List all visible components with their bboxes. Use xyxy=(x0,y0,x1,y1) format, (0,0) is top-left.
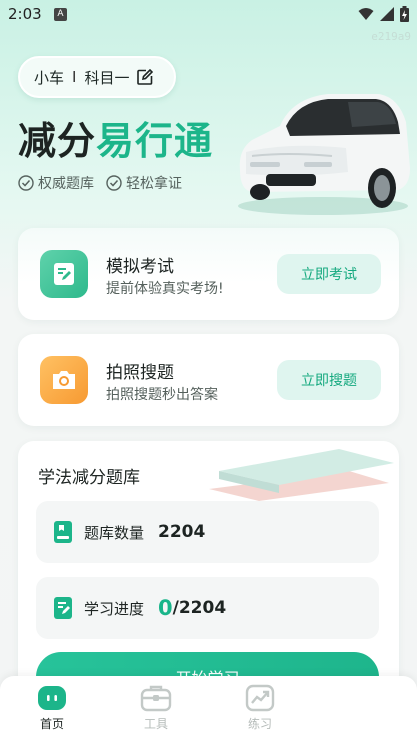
car-illustration xyxy=(238,94,410,215)
progress-total-count: /2204 xyxy=(172,598,227,618)
bottom-navigation: 首页 工具 练习 xyxy=(0,676,417,743)
study-progress-row: 学习进度 0/2204 xyxy=(36,577,379,639)
photo-search-card[interactable]: 拍照搜题 拍照搜题秒出答案 立即搜题 xyxy=(18,334,399,426)
check-circle-icon xyxy=(18,175,34,191)
edit-icon xyxy=(137,69,154,85)
signal-icon xyxy=(380,7,394,21)
chart-icon xyxy=(245,684,275,712)
question-bank-card: 学法减分题库 题库数量 2204 学习进度 0/2204 开始学习 xyxy=(18,441,399,691)
watermark: e219a9 xyxy=(371,30,411,43)
nav-tools-label: 工具 xyxy=(143,717,168,731)
wifi-icon xyxy=(358,8,374,20)
nav-extra[interactable] xyxy=(312,676,416,743)
status-time: 2:03 xyxy=(8,5,42,23)
feature-badges: 权威题库 轻松拿证 xyxy=(18,173,182,193)
bank-count-label: 题库数量 xyxy=(84,523,145,542)
toolbox-icon xyxy=(140,685,172,712)
badge-easy-license: 轻松拿证 xyxy=(106,173,182,193)
mock-exam-title: 模拟考试 xyxy=(106,257,174,277)
bank-count-value: 2204 xyxy=(158,522,206,542)
nav-home[interactable]: 首页 xyxy=(0,676,104,743)
mock-exam-subtitle: 提前体验真实考场! xyxy=(106,281,224,297)
nav-practice[interactable]: 练习 xyxy=(208,676,312,743)
subject-name: 科目一 xyxy=(84,68,130,87)
badge-authoritative: 权威题库 xyxy=(18,173,94,193)
books-illustration xyxy=(209,449,394,501)
bank-count-row: 题库数量 2204 xyxy=(36,501,379,563)
photo-search-subtitle: 拍照搜题秒出答案 xyxy=(106,387,218,403)
bank-title: 学法减分题库 xyxy=(38,468,140,488)
photo-search-title: 拍照搜题 xyxy=(106,363,174,383)
brand-title-part1: 减分 xyxy=(18,119,97,163)
exam-icon xyxy=(40,250,88,298)
vehicle-type: 小车 xyxy=(34,68,65,87)
nav-home-label: 首页 xyxy=(39,717,64,731)
camera-icon xyxy=(40,356,88,404)
notification-icon: A xyxy=(54,8,67,21)
status-icons xyxy=(358,6,409,22)
brand-title: 减分易行通 xyxy=(18,110,213,165)
start-exam-button[interactable]: 立即考试 xyxy=(277,254,381,294)
search-now-button[interactable]: 立即搜题 xyxy=(277,360,381,400)
check-circle-icon xyxy=(106,175,122,191)
progress-doc-icon xyxy=(54,597,72,619)
separator: I xyxy=(72,68,77,86)
nav-practice-label: 练习 xyxy=(247,717,272,731)
badge-label: 轻松拿证 xyxy=(126,176,182,192)
home-icon xyxy=(38,686,66,710)
subject-selector[interactable]: 小车 I 科目一 xyxy=(18,56,176,98)
nav-tools[interactable]: 工具 xyxy=(104,676,208,743)
battery-icon xyxy=(400,6,409,22)
mock-exam-card[interactable]: 模拟考试 提前体验真实考场! 立即考试 xyxy=(18,228,399,320)
progress-label: 学习进度 xyxy=(84,599,145,618)
badge-label: 权威题库 xyxy=(38,176,94,192)
book-icon xyxy=(54,521,72,543)
brand-title-part2: 易行通 xyxy=(96,119,214,163)
progress-done-count: 0 xyxy=(158,596,173,620)
status-bar: 2:03 A xyxy=(0,0,417,30)
